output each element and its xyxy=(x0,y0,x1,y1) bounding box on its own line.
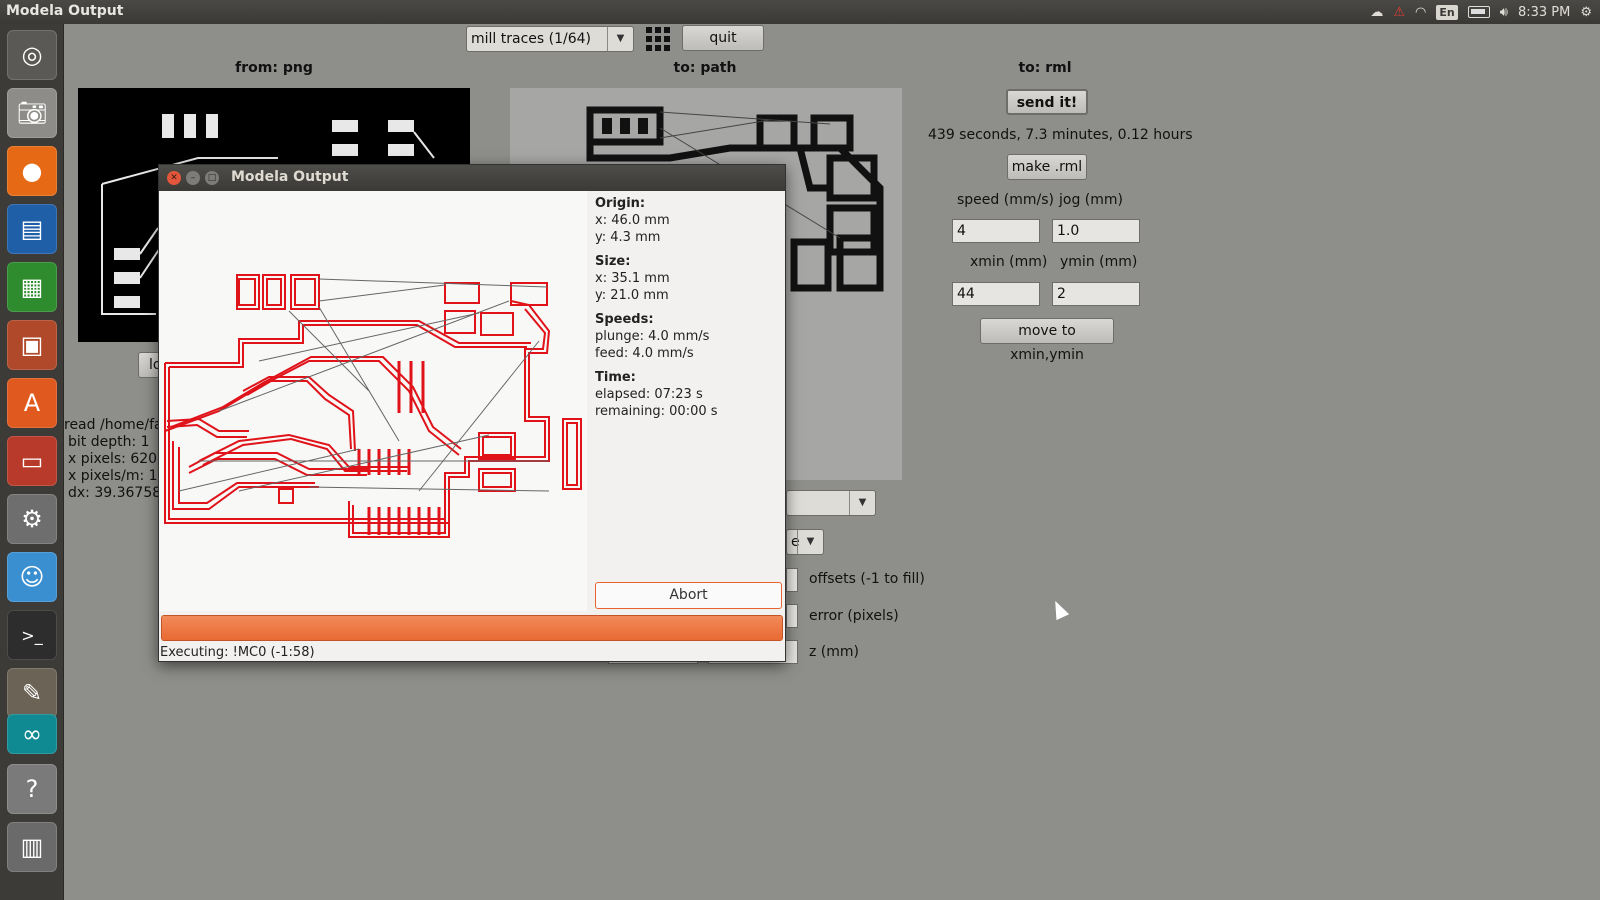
z-label: z (mm) xyxy=(809,644,859,660)
job-info: Origin: x: 46.0 mm y: 4.3 mm Size: x: 35… xyxy=(595,195,781,427)
remaining-time: remaining: 00:00 s xyxy=(595,404,718,419)
toolpath-canvas xyxy=(159,191,587,611)
software-center-icon[interactable]: A xyxy=(7,378,57,428)
abort-button[interactable]: Abort xyxy=(595,582,782,609)
ymin-input[interactable]: 2 xyxy=(1052,282,1140,306)
xmin-label: xmin (mm) xyxy=(970,254,1048,270)
offsets-input[interactable] xyxy=(786,568,798,592)
origin-heading: Origin: xyxy=(595,196,646,211)
terminal-icon[interactable]: >_ xyxy=(7,610,57,660)
help-icon[interactable]: ? xyxy=(7,764,57,814)
elapsed-time: elapsed: 07:23 s xyxy=(595,387,703,402)
battery-icon[interactable] xyxy=(1467,6,1490,18)
ubuntu-dash-icon[interactable]: ◎ xyxy=(7,30,57,80)
send-it-button[interactable]: send it! xyxy=(1006,89,1088,115)
error-input[interactable] xyxy=(786,604,798,628)
read-line-5: dx: 39.367580 xyxy=(68,485,171,501)
process-select-value: mill traces (1/64) xyxy=(471,31,591,47)
chevron-down-icon: ▼ xyxy=(797,530,823,554)
camera-icon[interactable]: 📷︎ xyxy=(7,88,57,138)
clock[interactable]: 8:33 PM xyxy=(1518,5,1570,20)
path-mode-select[interactable]: ▼ xyxy=(786,490,876,516)
firefox-icon[interactable]: ● xyxy=(7,146,57,196)
time-heading: Time: xyxy=(595,370,636,385)
pidgin-icon[interactable]: ☺ xyxy=(7,552,57,602)
top-panel-app-title: Modela Output xyxy=(6,3,124,19)
status-text: Executing: !MC0 (-1:58) xyxy=(160,645,315,660)
error-label: error (pixels) xyxy=(809,608,899,624)
arduino-icon[interactable]: ∞ xyxy=(7,714,57,754)
size-heading: Size: xyxy=(595,254,631,269)
offsets-label: offsets (-1 to fill) xyxy=(809,571,925,587)
speeds-heading: Speeds: xyxy=(595,312,654,327)
volume-icon[interactable]: 🔊︎ xyxy=(1500,5,1508,20)
path-panel-title: to: path xyxy=(673,60,737,76)
top-panel: Modela Output ☁ ⚠ ◠ En 🔊︎ 8:33 PM ⚙ xyxy=(0,0,1600,24)
dialog-title: Modela Output xyxy=(231,169,349,185)
size-y: y: 21.0 mm xyxy=(595,288,669,303)
size-x: x: 35.1 mm xyxy=(595,271,670,286)
modela-output-dialog: ✕ – □ Modela Output Origin: x: 46.0 mm y… xyxy=(158,164,786,662)
move-to-xmin-ymin-button[interactable]: move to xmin,ymin xyxy=(980,318,1114,363)
minimize-icon[interactable]: – xyxy=(186,171,200,185)
make-rml-button[interactable]: make .rml xyxy=(1007,154,1087,180)
rml-panel-title: to: rml xyxy=(1018,60,1072,76)
grid-icon[interactable] xyxy=(646,27,670,51)
read-line-3: x pixels: 620, xyxy=(68,451,162,467)
chevron-down-icon: ▼ xyxy=(607,27,633,51)
read-line-1: read /home/fa xyxy=(64,417,163,433)
speed-label: speed (mm/s) xyxy=(957,192,1054,208)
read-line-2: bit depth: 1 xyxy=(68,434,150,450)
close-icon[interactable]: ✕ xyxy=(167,171,181,185)
jog-input[interactable]: 1.0 xyxy=(1052,219,1140,243)
progress-bar xyxy=(161,615,783,641)
settings-icon[interactable]: ⚙ xyxy=(7,494,57,544)
process-select[interactable]: mill traces (1/64) ▼ xyxy=(466,26,634,52)
maximize-icon[interactable]: □ xyxy=(205,171,219,185)
files-icon[interactable]: ▭ xyxy=(7,436,57,486)
ymin-label: ymin (mm) xyxy=(1060,254,1138,270)
time-estimate: 439 seconds, 7.3 minutes, 0.12 hours xyxy=(928,127,1193,143)
feed-speed: feed: 4.0 mm/s xyxy=(595,346,694,361)
impress-icon[interactable]: ▣ xyxy=(7,320,57,370)
workspace-icon[interactable]: ▥ xyxy=(7,822,57,872)
path-type-select[interactable]: e ▼ xyxy=(786,529,824,555)
origin-x: x: 46.0 mm xyxy=(595,213,670,228)
plunge-speed: plunge: 4.0 mm/s xyxy=(595,329,710,344)
origin-y: y: 4.3 mm xyxy=(595,230,661,245)
jog-label: jog (mm) xyxy=(1059,192,1123,208)
gimp-icon[interactable]: ✎ xyxy=(7,668,57,718)
keyboard-language-indicator[interactable]: En xyxy=(1436,4,1458,20)
writer-icon[interactable]: ▤ xyxy=(7,204,57,254)
warning-icon[interactable]: ⚠ xyxy=(1393,5,1405,20)
dropbox-icon[interactable]: ☁ xyxy=(1370,5,1383,20)
speed-input[interactable]: 4 xyxy=(952,219,1040,243)
wifi-icon[interactable]: ◠ xyxy=(1415,5,1426,20)
calc-icon[interactable]: ▦ xyxy=(7,262,57,312)
power-gear-icon[interactable]: ⚙ xyxy=(1580,5,1592,20)
system-tray: ☁ ⚠ ◠ En 🔊︎ 8:33 PM ⚙ xyxy=(1370,0,1600,24)
chevron-down-icon: ▼ xyxy=(849,491,875,515)
from-panel-title: from: png xyxy=(235,60,313,76)
xmin-input[interactable]: 44 xyxy=(952,282,1040,306)
launcher: ◎ 📷︎ ● ▤ ▦ ▣ A ▭ ⚙ ☺ >_ ✎ ∞ ? ▥ xyxy=(0,24,64,900)
quit-button[interactable]: quit xyxy=(682,25,764,51)
dialog-titlebar[interactable]: ✕ – □ Modela Output xyxy=(159,165,785,191)
progress-bar-fill xyxy=(162,616,782,640)
read-line-4: x pixels/m: 15 xyxy=(68,468,167,484)
